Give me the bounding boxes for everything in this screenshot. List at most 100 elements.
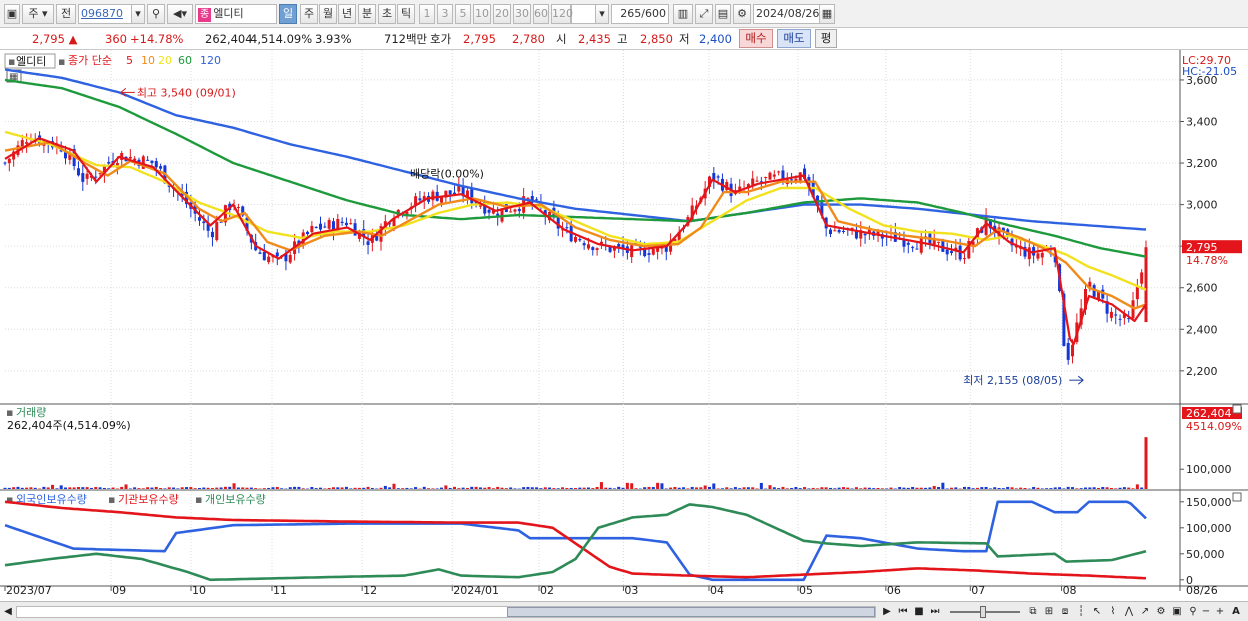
- scroll-left-icon[interactable]: ◀: [2, 605, 14, 619]
- zigzag-tool-icon[interactable]: ⋀: [1122, 605, 1136, 619]
- stock-name-field[interactable]: 종 엘디티: [195, 4, 277, 24]
- candle-body: [202, 221, 206, 224]
- interval-button-30[interactable]: 30: [513, 4, 531, 24]
- chart-scrollbar[interactable]: ◀ ▶ ⏮ ■ ⏭ ⧉ ⊞ ⧈ ┆ ↖ ⌇ ⋀ ↗ ⚙ ▣ ⚲ − + A: [0, 601, 1248, 621]
- interval-button-1[interactable]: 1: [419, 4, 435, 24]
- scroll-track[interactable]: [16, 606, 876, 618]
- x-tick-label: 08: [1063, 584, 1077, 597]
- candle-body: [159, 166, 163, 169]
- interval-button-10[interactable]: 10: [473, 4, 491, 24]
- candle-type-icon[interactable]: ▥: [673, 4, 693, 24]
- holdings-legend-bullet: ▪: [108, 493, 115, 506]
- x-tick-label: 12: [363, 584, 377, 597]
- stock-code-dropdown-icon[interactable]: ▾: [131, 4, 145, 24]
- sound-icon[interactable]: ◀▾: [167, 4, 193, 24]
- volume-bar: [984, 486, 988, 489]
- tool-settings-icon[interactable]: ⚙: [1154, 605, 1168, 619]
- volume-bar: [651, 487, 655, 489]
- candle-body: [647, 253, 651, 255]
- extra-select-dropdown-icon[interactable]: ▾: [595, 4, 609, 24]
- volume-bar: [695, 487, 699, 489]
- volume-bar: [20, 487, 24, 489]
- interval-button-3[interactable]: 3: [437, 4, 453, 24]
- font-size-button[interactable]: A: [1229, 605, 1243, 619]
- stock-chart[interactable]: 3,6003,4003,2003,0002,8002,6002,4002,200…: [0, 50, 1248, 601]
- volume-bar: [945, 488, 949, 489]
- volume-bar: [465, 488, 469, 489]
- x-tick-label: 2024/01: [453, 584, 499, 597]
- volume-bar: [197, 488, 201, 489]
- skip-start-icon[interactable]: ⏮: [896, 605, 910, 619]
- period-button-5[interactable]: 초: [378, 4, 396, 24]
- chart-split-icon[interactable]: ⧉: [1026, 605, 1040, 619]
- chart-compare-icon[interactable]: ⧈: [1058, 605, 1072, 619]
- volume-bar: [1049, 488, 1053, 489]
- period-type-select[interactable]: 주 ▾: [22, 4, 54, 24]
- data-count-field[interactable]: 265/600: [611, 4, 669, 24]
- scroll-thumb[interactable]: [507, 607, 875, 617]
- volume-bar: [919, 487, 923, 489]
- candle-body: [906, 242, 910, 245]
- x-tick-label: 08/26: [1186, 584, 1218, 597]
- period-button-4[interactable]: 분: [358, 4, 376, 24]
- ma-legend-5: 5: [126, 54, 133, 67]
- interval-button-120[interactable]: 120: [551, 4, 573, 24]
- candle-body: [535, 199, 539, 201]
- zoom-icon[interactable]: ⚲: [1186, 605, 1200, 619]
- settings-gear-icon[interactable]: ⚙: [733, 4, 751, 24]
- volume-bar: [288, 487, 292, 489]
- current-price: 2,795 ▲: [32, 32, 78, 46]
- trend-tool-icon[interactable]: ↗: [1138, 605, 1152, 619]
- trend-line-icon[interactable]: ⤢: [695, 4, 713, 24]
- skip-end-icon[interactable]: ⏭: [928, 605, 942, 619]
- volume-bar: [383, 485, 387, 489]
- volume-bar: [202, 487, 206, 489]
- volume-bar: [444, 485, 448, 489]
- line-tool-icon[interactable]: ↖: [1090, 605, 1104, 619]
- period-marker-icon[interactable]: ┆: [1074, 605, 1088, 619]
- stock-code-input[interactable]: 096870: [78, 4, 138, 24]
- zoom-slider-handle[interactable]: [980, 606, 986, 618]
- volume-bar: [872, 488, 876, 489]
- interval-button-60[interactable]: 60: [533, 4, 549, 24]
- chart-layout-icon[interactable]: ⊞: [1042, 605, 1056, 619]
- zoom-slider[interactable]: [950, 606, 1020, 618]
- save-chart-icon[interactable]: ▣: [1170, 605, 1184, 619]
- evaluation-button[interactable]: 평: [815, 29, 837, 48]
- stop-icon[interactable]: ■: [912, 605, 926, 619]
- volume-bar: [29, 487, 33, 489]
- candle-body: [950, 251, 954, 254]
- volume-bar: [76, 487, 80, 489]
- search-icon[interactable]: ⚲: [147, 4, 165, 24]
- interval-button-5[interactable]: 5: [455, 4, 471, 24]
- volume-bar: [759, 482, 763, 489]
- period-button-3[interactable]: 년: [338, 4, 356, 24]
- candle-body: [586, 244, 590, 249]
- volume-bar: [924, 487, 928, 489]
- zoom-in-button[interactable]: +: [1214, 605, 1226, 619]
- holdings-legend-bullet: ▪: [195, 493, 202, 506]
- volume-bar: [699, 487, 703, 489]
- volume-bar: [1010, 487, 1014, 489]
- play-icon[interactable]: ▶: [880, 605, 894, 619]
- period-button-0[interactable]: 일: [279, 4, 297, 24]
- period-button-2[interactable]: 월: [319, 4, 337, 24]
- buy-button[interactable]: 매수: [739, 29, 773, 48]
- high-price: 2,850: [640, 32, 673, 46]
- price-tick-label: 3,400: [1186, 115, 1218, 128]
- calendar-icon[interactable]: ▦: [819, 4, 835, 24]
- zoom-out-button[interactable]: −: [1200, 605, 1212, 619]
- period-button-6[interactable]: 틱: [397, 4, 415, 24]
- save-icon[interactable]: ▤: [715, 4, 731, 24]
- prev-button[interactable]: 전: [56, 4, 76, 24]
- volume-bar: [582, 487, 586, 489]
- interval-button-20[interactable]: 20: [493, 4, 511, 24]
- x-tick-label: 03: [624, 584, 638, 597]
- sell-button[interactable]: 매도: [777, 29, 811, 48]
- date-field[interactable]: 2024/08/26: [753, 4, 821, 24]
- volume-bar: [591, 488, 595, 489]
- window-menu-icon[interactable]: ▣: [4, 4, 20, 24]
- wave-tool-icon[interactable]: ⌇: [1106, 605, 1120, 619]
- period-button-1[interactable]: 주: [300, 4, 318, 24]
- volume-bar: [535, 487, 539, 489]
